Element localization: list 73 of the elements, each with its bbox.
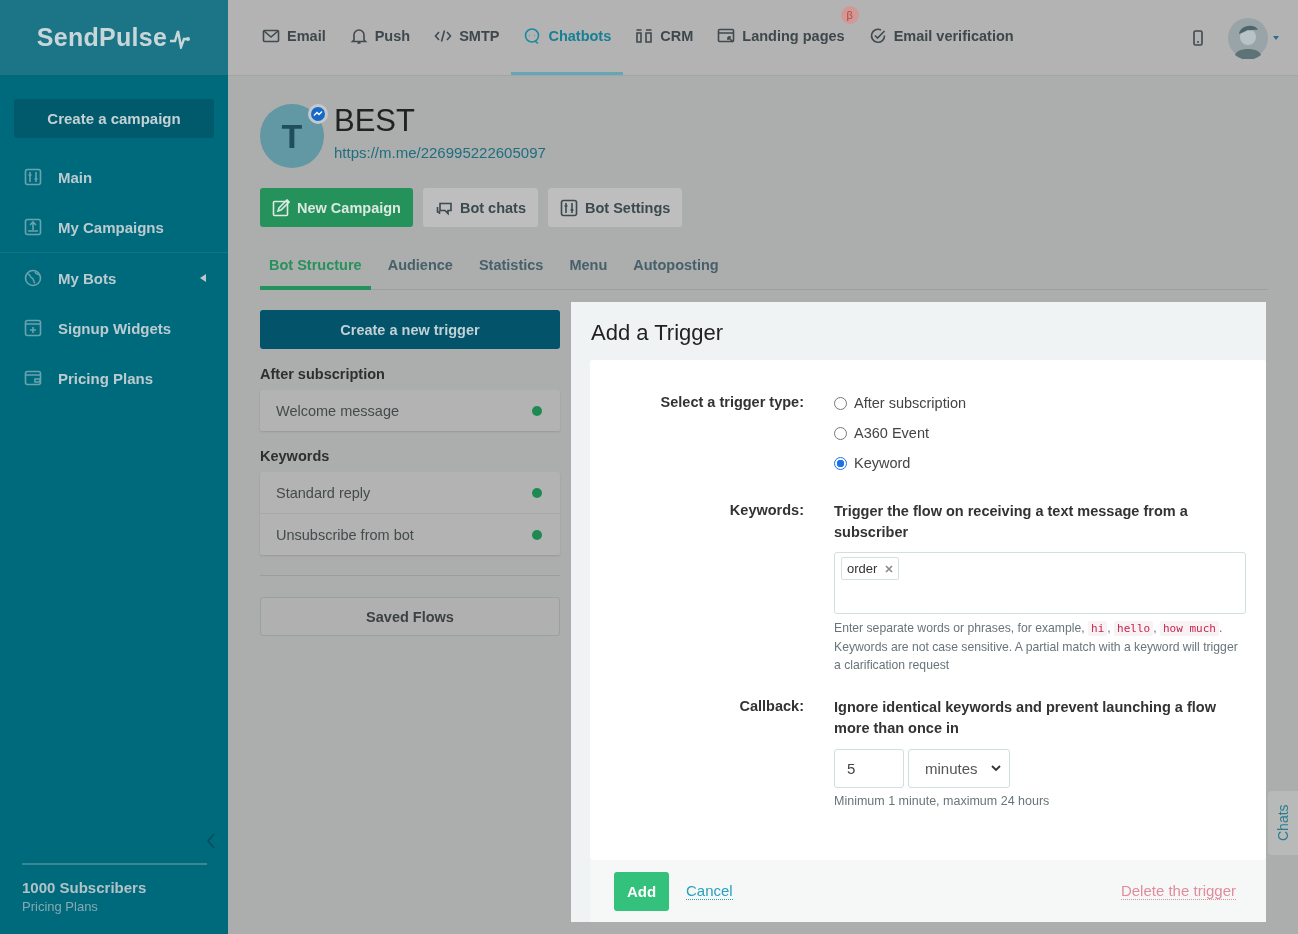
envelope-icon bbox=[262, 27, 280, 45]
field-description: Ignore identical keywords and prevent launching a flow more than once in bbox=[834, 698, 1217, 738]
keywords-hint: Enter separate words or phrases, for example, hi , hello , how much . Keywords are not case sensitive. A partial match with a keyword will trigger a clarification request bbox=[834, 620, 1239, 674]
nav-tab[interactable]: Chatbots bbox=[511, 0, 624, 75]
group-title: Keywords bbox=[260, 448, 331, 464]
saved-flows-button[interactable]: Saved Flows bbox=[260, 597, 560, 636]
unit-dropdown[interactable]: minutes bbox=[908, 749, 1010, 788]
interval-note: Minimum 1 minute, maximum 24 hours bbox=[834, 794, 1051, 808]
radio-option[interactable]: After subscription bbox=[834, 388, 1246, 418]
sidebar-item[interactable]: My Campaigns bbox=[0, 202, 228, 252]
bell-icon bbox=[349, 27, 368, 45]
window-cursor-icon bbox=[717, 27, 736, 45]
field-label: Keywords: bbox=[728, 501, 804, 520]
sidebar-item[interactable]: Signup Widgets bbox=[0, 303, 228, 353]
keywords-input-field[interactable]: order bbox=[834, 552, 1246, 614]
bot-action-button[interactable]: Bot chats bbox=[422, 188, 538, 227]
radio-option[interactable]: Keyword bbox=[834, 448, 1246, 478]
radio-option[interactable]: A360 Event bbox=[834, 418, 1246, 448]
user-avatar-icon[interactable] bbox=[1228, 16, 1280, 59]
upload-icon bbox=[24, 218, 42, 236]
subscribers-count: 1000 Subscribers bbox=[22, 879, 148, 896]
radio-button[interactable] bbox=[834, 456, 847, 470]
chat-bubble-icon bbox=[523, 27, 542, 45]
delete-trigger-link[interactable]: Delete the trigger bbox=[1120, 882, 1236, 900]
nav-tab[interactable]: Push bbox=[337, 0, 423, 75]
flow-name: Welcome message bbox=[276, 402, 400, 419]
interval-input-field[interactable]: 5 bbox=[834, 749, 904, 788]
widget-icon bbox=[24, 319, 42, 337]
nav-tab[interactable]: SMTP bbox=[422, 0, 512, 75]
caret-icon bbox=[200, 274, 206, 282]
field-label: Callback: bbox=[738, 697, 804, 716]
tab[interactable]: Menu bbox=[560, 247, 617, 290]
sidebar-item[interactable]: My Bots bbox=[0, 253, 228, 303]
beta-badge: β bbox=[840, 6, 859, 24]
chats-side-tab[interactable]: Chats bbox=[1268, 791, 1298, 855]
dialog-title: Add a Trigger bbox=[590, 319, 725, 347]
sidebar-item[interactable]: Pricing Plans bbox=[0, 353, 228, 403]
bot-name: BEST bbox=[334, 104, 416, 138]
create-trigger-button[interactable]: Create a new trigger bbox=[260, 310, 560, 349]
nav-tab[interactable]: CRM bbox=[623, 0, 706, 75]
flow-name: Unsubscribe from bot bbox=[276, 526, 414, 543]
mobile-phone-icon[interactable] bbox=[1192, 29, 1204, 46]
tab[interactable]: Audience bbox=[378, 247, 462, 290]
new-campaign-button[interactable]: New Campaign bbox=[260, 188, 413, 227]
group-title: After subscription bbox=[260, 366, 386, 382]
tab[interactable]: Statistics bbox=[469, 247, 553, 290]
create-campaign-button[interactable]: Create a campaign bbox=[14, 99, 214, 138]
flow-item[interactable]: Unsubscribe from bot bbox=[260, 514, 560, 555]
sidebar-item[interactable]: Main bbox=[0, 152, 228, 202]
pricing-plans-link[interactable]: Pricing Plans bbox=[22, 899, 207, 914]
cancel-link[interactable]: Cancel bbox=[686, 882, 733, 900]
flow-item[interactable]: Welcome message bbox=[260, 390, 560, 431]
bot-action-button[interactable]: Bot Settings bbox=[548, 188, 683, 227]
sliders-icon bbox=[24, 168, 42, 186]
nav-tab[interactable]: Email verification bbox=[856, 0, 1026, 75]
bot-link[interactable]: https://m.me/226995222605097 bbox=[334, 144, 546, 161]
remove-icon[interactable] bbox=[885, 564, 894, 573]
nav-tab[interactable]: Email bbox=[250, 0, 338, 75]
keyword-tag: order bbox=[841, 557, 900, 580]
edit-icon bbox=[272, 198, 290, 217]
columns-icon bbox=[635, 27, 654, 45]
logo-text[interactable]: SendPulse bbox=[36, 23, 168, 52]
tab[interactable]: Autoposting bbox=[624, 247, 728, 290]
sliders-icon bbox=[560, 198, 578, 217]
field-description: Trigger the flow on receiving a text message from a subscriber bbox=[834, 502, 1189, 542]
flow-item[interactable]: Standard reply bbox=[260, 472, 560, 514]
add-button[interactable]: Add bbox=[614, 871, 669, 911]
nav-tab[interactable]: Landing pages β bbox=[705, 0, 857, 75]
field-label: Select a trigger type: bbox=[659, 393, 804, 412]
chevron-down-icon bbox=[991, 765, 1001, 772]
flow-name: Standard reply bbox=[276, 484, 371, 501]
wallet-icon bbox=[24, 369, 42, 387]
messenger-icon bbox=[308, 104, 328, 124]
